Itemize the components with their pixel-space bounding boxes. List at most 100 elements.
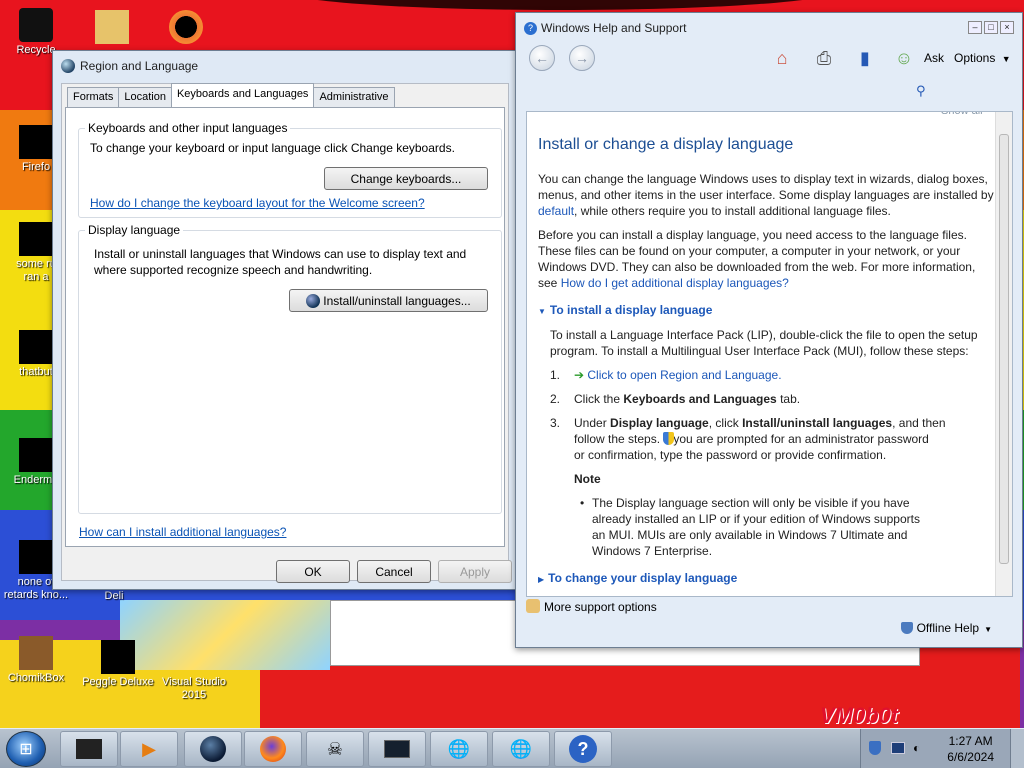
open-region-and-language-link[interactable]: Click to open Region and Language. bbox=[587, 368, 781, 382]
desktop-icon-label: Deli bbox=[104, 590, 124, 602]
home-icon[interactable]: ⌂ bbox=[770, 46, 794, 70]
note-line1: The Display language section will only b… bbox=[592, 496, 910, 510]
desktop-icon-label: ChomikBox bbox=[7, 672, 65, 684]
chevron-right-icon: ▶ bbox=[538, 575, 545, 584]
more-support-label: More support options bbox=[544, 600, 657, 614]
desktop-icon-visual-studio[interactable]: Visual Studio 2015 bbox=[158, 640, 230, 702]
scrollbar-thumb[interactable] bbox=[999, 134, 1009, 564]
show-desktop-button[interactable] bbox=[1010, 729, 1024, 768]
taskbar-help-and-support[interactable]: ? bbox=[554, 731, 612, 767]
para2-line3: Windows DVD. They can also be downloaded… bbox=[538, 260, 976, 274]
chevron-down-icon: ▼ bbox=[984, 625, 992, 634]
ok-button[interactable]: OK bbox=[276, 560, 350, 583]
offline-help-button[interactable]: Offline Help ▼ bbox=[900, 621, 992, 635]
network-icon[interactable] bbox=[891, 742, 905, 754]
tab-formats[interactable]: Formats bbox=[67, 87, 120, 107]
file-icon bbox=[19, 438, 53, 472]
taskbar-region-language[interactable]: 🌐 bbox=[492, 731, 550, 767]
taskbar-app-6[interactable] bbox=[368, 731, 426, 767]
install-additional-languages-link[interactable]: How can I install additional languages? bbox=[79, 525, 286, 539]
security-icon[interactable] bbox=[869, 741, 881, 755]
para2-line4-pre: see bbox=[538, 276, 561, 290]
keyboards-group: Keyboards and other input languages To c… bbox=[78, 121, 502, 218]
taskbar-app-3[interactable] bbox=[184, 731, 242, 767]
intro-line3-rest: , while others require you to install ad… bbox=[574, 204, 891, 218]
group-title: Keyboards and other input languages bbox=[85, 121, 291, 135]
taskbar-media-player[interactable]: ▶ bbox=[120, 731, 178, 767]
taskbar-control-panel[interactable]: 🌐 bbox=[430, 731, 488, 767]
step3-mid: , click bbox=[708, 416, 743, 430]
options-button[interactable]: Options ▼ bbox=[954, 51, 1011, 65]
tab-administrative[interactable]: Administrative bbox=[313, 87, 395, 107]
change-keyboards-button[interactable]: Change keyboards... bbox=[324, 167, 488, 190]
close-button[interactable]: × bbox=[1000, 21, 1014, 34]
ask-button[interactable]: Ask bbox=[924, 51, 944, 65]
welcome-screen-keyboard-link[interactable]: How do I change the keyboard layout for … bbox=[90, 196, 425, 210]
show-all-link[interactable]: Show all bbox=[941, 112, 983, 119]
forward-button[interactable]: → bbox=[569, 45, 595, 71]
help-titlebar[interactable]: ? Windows Help and Support – □ × bbox=[516, 13, 1022, 43]
default-link[interactable]: default bbox=[538, 204, 574, 218]
browse-help-icon[interactable]: ▮ bbox=[853, 46, 877, 70]
system-tray: ◐ 1:27 AM 6/6/2024 bbox=[860, 729, 1024, 768]
firefox-icon bbox=[260, 736, 286, 762]
help-toolbar: ← → ⌂ ⎙ ▮ ☺ Ask Options ▼ ⚲ bbox=[516, 43, 1022, 105]
section-change-display-language[interactable]: ▶ To change your display language bbox=[538, 571, 737, 585]
control-panel-icon: 🌐 bbox=[447, 738, 471, 759]
help-icon: ? bbox=[524, 21, 537, 35]
section-label: To change your display language bbox=[548, 571, 738, 585]
note-title: Note bbox=[574, 472, 601, 486]
taskbar-firefox[interactable] bbox=[244, 731, 302, 767]
desktop-icon-folder[interactable] bbox=[76, 10, 148, 46]
group-title: Display language bbox=[85, 223, 184, 237]
desktop-icon-app[interactable] bbox=[150, 10, 222, 46]
section1-line2: program. To install a Multilingual User … bbox=[550, 344, 969, 358]
note-line3: an MUI. MUIs are only available in Windo… bbox=[592, 528, 908, 542]
cancel-button[interactable]: Cancel bbox=[357, 560, 431, 583]
forward-arrow-icon: → bbox=[575, 50, 589, 66]
uac-shield-icon bbox=[663, 432, 674, 445]
intro-line2: menus, and other items in the user inter… bbox=[538, 188, 994, 202]
media-player-icon: ▶ bbox=[142, 738, 156, 759]
dialog-titlebar[interactable]: Region and Language bbox=[53, 51, 517, 81]
display-language-description-line1: Install or uninstall languages that Wind… bbox=[94, 247, 467, 261]
additional-display-languages-link[interactable]: How do I get additional display language… bbox=[561, 276, 789, 290]
ask-icon[interactable]: ☺ bbox=[892, 46, 916, 70]
desktop-icon-label: Peggle Deluxe bbox=[82, 676, 154, 688]
section-label: To install a display language bbox=[549, 303, 713, 317]
clock[interactable]: 1:27 AM 6/6/2024 bbox=[947, 733, 994, 765]
vertical-scrollbar[interactable] bbox=[995, 112, 1012, 596]
start-button[interactable]: ⊞ bbox=[6, 731, 46, 767]
tab-keyboards-and-languages[interactable]: Keyboards and Languages bbox=[170, 83, 315, 107]
minimize-button[interactable]: – bbox=[968, 21, 982, 34]
file-icon bbox=[19, 540, 53, 574]
region-and-language-dialog: Region and Language Formats Location Key… bbox=[52, 50, 518, 590]
maximize-button[interactable]: □ bbox=[984, 21, 998, 34]
search-icon[interactable]: ⚲ bbox=[916, 83, 926, 99]
back-arrow-icon: ← bbox=[535, 50, 549, 66]
taskbar-app-1[interactable] bbox=[60, 731, 118, 767]
folder-icon bbox=[95, 10, 129, 44]
back-button[interactable]: ← bbox=[529, 45, 555, 71]
help-content-pane: Show all Install or change a display lan… bbox=[526, 111, 1013, 597]
more-support-options-button[interactable]: More support options bbox=[526, 599, 657, 614]
apply-button[interactable]: Apply bbox=[438, 560, 512, 583]
note-line2: already installed an LIP or if your edit… bbox=[592, 512, 920, 526]
taskbar-app-5[interactable]: ☠ bbox=[306, 731, 364, 767]
desktop-icon-peggle[interactable]: Peggle Deluxe bbox=[82, 640, 154, 689]
options-label: Options bbox=[954, 51, 996, 65]
visual-studio-icon bbox=[177, 640, 211, 674]
arrow-right-icon: ➔ bbox=[574, 368, 588, 382]
vm-logo: VM0b0t bbox=[820, 703, 899, 728]
desktop-icon-deli[interactable]: Deli bbox=[78, 590, 150, 603]
tab-location[interactable]: Location bbox=[118, 87, 172, 107]
install-uninstall-languages-button[interactable]: Install/uninstall languages... bbox=[289, 289, 488, 312]
step3-line3: or confirmation, type the password or pr… bbox=[574, 448, 887, 462]
desktop-icon-label: Visual Studio 2015 bbox=[161, 676, 226, 701]
desktop-icon-chomikbox[interactable]: ChomikBox bbox=[0, 636, 72, 685]
print-icon[interactable]: ⎙ bbox=[812, 46, 836, 70]
tab-strip: Formats Location Keyboards and Languages… bbox=[67, 83, 395, 107]
display-language-group: Display language Install or uninstall la… bbox=[78, 223, 502, 514]
section-install-display-language[interactable]: ▼ To install a display language bbox=[538, 303, 712, 317]
volume-icon[interactable]: ◐ bbox=[913, 741, 920, 755]
